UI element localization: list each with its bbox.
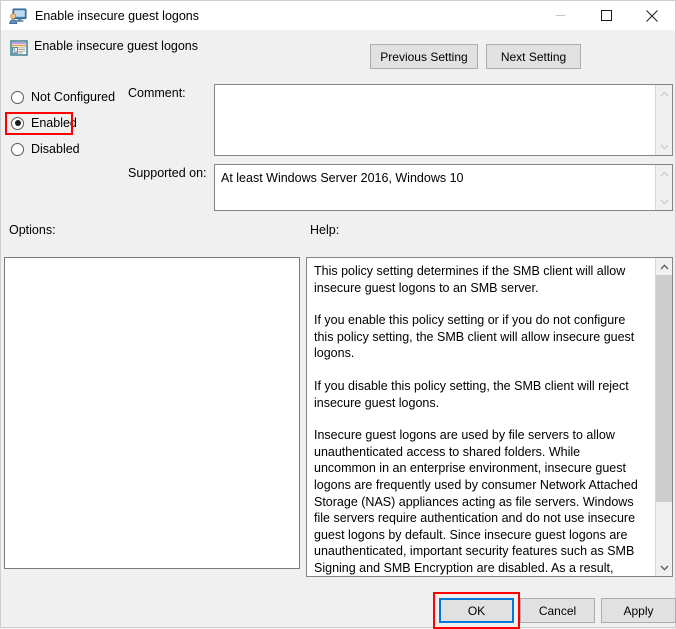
supported-on-field[interactable]: At least Windows Server 2016, Windows 10 [214,164,673,211]
radio-indicator [11,116,24,130]
help-label: Help: [310,223,340,237]
radio-indicator [11,142,24,156]
radio-label: Enabled [31,116,77,130]
next-setting-button[interactable]: Next Setting [486,44,581,69]
options-label: Options: [9,223,56,237]
policy-setting-icon [10,39,28,57]
scroll-thumb[interactable] [656,275,672,503]
scroll-down-icon[interactable] [656,559,673,576]
options-panel[interactable] [4,257,300,569]
group-policy-setting-dialog: Enable insecure guest logons Enable inse… [0,0,676,629]
radio-enabled[interactable]: Enabled [9,110,119,136]
help-text: This policy setting determines if the SM… [314,263,640,576]
radio-label: Disabled [31,142,80,156]
close-button[interactable] [629,1,675,30]
scroll-track[interactable] [656,275,672,559]
title-bar: Enable insecure guest logons [1,1,675,30]
apply-button[interactable]: Apply [601,598,676,623]
help-paragraph: If you disable this policy setting, the … [314,378,629,410]
scroll-up-icon[interactable] [656,85,673,102]
setting-header: Enable insecure guest logons Previous Se… [1,37,675,71]
scroll-down-icon[interactable] [656,138,673,155]
maximize-button[interactable] [583,1,629,30]
supported-on-scrollbar[interactable] [655,165,672,210]
scroll-up-icon[interactable] [656,258,673,275]
radio-not-configured[interactable]: Not Configured [9,84,119,110]
window-title: Enable insecure guest logons [35,8,200,23]
radio-indicator [11,90,24,104]
previous-setting-button[interactable]: Previous Setting [370,44,478,69]
supported-on-label: Supported on: [128,166,207,180]
help-paragraph: If you enable this policy setting or if … [314,313,635,361]
minimize-button[interactable] [537,1,583,30]
ok-button[interactable]: OK [439,598,514,623]
radio-label: Not Configured [31,90,116,104]
window-controls [537,1,675,30]
policy-state-radio-group: Not Configured Enabled Disabled [9,84,119,162]
cancel-button[interactable]: Cancel [520,598,595,623]
scroll-down-icon[interactable] [656,193,673,210]
help-scrollbar[interactable] [655,258,672,576]
setting-title: Enable insecure guest logons [34,39,199,53]
help-paragraph: Insecure guest logons are used by file s… [314,428,638,575]
help-panel: This policy setting determines if the SM… [306,257,673,577]
radio-disabled[interactable]: Disabled [9,136,119,162]
comment-label: Comment: [128,86,186,100]
comment-input[interactable] [214,84,673,156]
scroll-up-icon[interactable] [656,165,673,182]
scroll-track[interactable] [656,182,672,193]
comment-scrollbar[interactable] [655,85,672,155]
scroll-track[interactable] [656,102,672,138]
help-paragraph: This policy setting determines if the SM… [314,264,626,295]
supported-on-value: At least Windows Server 2016, Windows 10 [221,171,464,185]
policy-computer-icon [9,7,27,25]
